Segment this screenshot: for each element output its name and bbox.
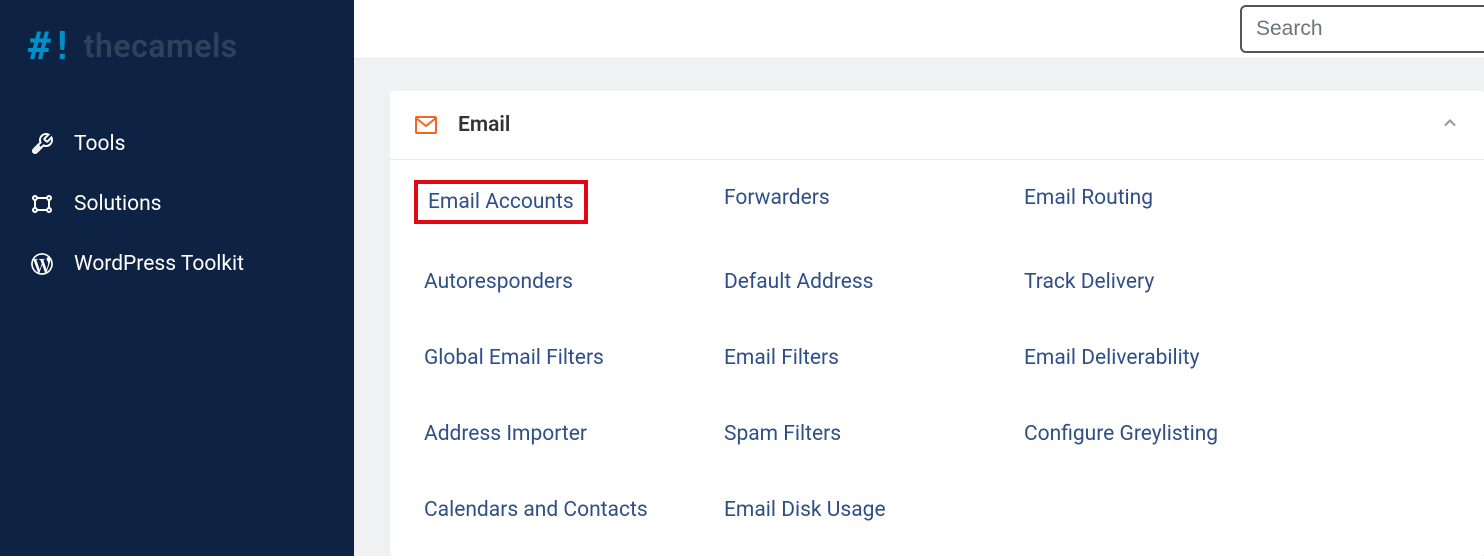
link-email-deliverability[interactable]: Email Deliverability (1014, 340, 1210, 376)
brand-logo[interactable]: #! thecamels (0, 24, 354, 68)
link-autoresponders[interactable]: Autoresponders (414, 264, 583, 300)
sidebar-item-label: Solutions (74, 192, 162, 216)
email-panel: Email Email Accounts Forwarders Email Ro… (390, 91, 1484, 556)
links-grid: Email Accounts Forwarders Email Routing … (414, 180, 1460, 528)
brand-name: thecamels (84, 27, 238, 65)
link-email-routing[interactable]: Email Routing (1014, 180, 1163, 216)
search-input[interactable] (1240, 5, 1484, 53)
link-email-filters[interactable]: Email Filters (714, 340, 849, 376)
link-calendars-and-contacts[interactable]: Calendars and Contacts (414, 492, 658, 528)
link-email-accounts[interactable]: Email Accounts (414, 180, 588, 224)
topbar (354, 0, 1484, 59)
chevron-up-icon (1440, 113, 1460, 137)
panel-title: Email (458, 113, 1440, 137)
link-spam-filters[interactable]: Spam Filters (714, 416, 851, 452)
panel-body: Email Accounts Forwarders Email Routing … (390, 160, 1484, 556)
link-default-address[interactable]: Default Address (714, 264, 884, 300)
link-address-importer[interactable]: Address Importer (414, 416, 597, 452)
link-global-email-filters[interactable]: Global Email Filters (414, 340, 614, 376)
main-content: Email Email Accounts Forwarders Email Ro… (354, 0, 1484, 556)
sidebar-item-label: WordPress Toolkit (74, 252, 244, 276)
link-configure-greylisting[interactable]: Configure Greylisting (1014, 416, 1228, 452)
link-email-disk-usage[interactable]: Email Disk Usage (714, 492, 896, 528)
sidebar-item-solutions[interactable]: Solutions (0, 174, 354, 234)
email-panel-header[interactable]: Email (390, 91, 1484, 160)
email-icon (414, 113, 438, 137)
link-track-delivery[interactable]: Track Delivery (1014, 264, 1164, 300)
sidebar-item-label: Tools (74, 132, 125, 156)
content-area: Email Email Accounts Forwarders Email Ro… (354, 59, 1484, 556)
sidebar-item-wordpress-toolkit[interactable]: WordPress Toolkit (0, 234, 354, 294)
sidebar: #! thecamels Tools Solutions (0, 0, 354, 556)
link-forwarders[interactable]: Forwarders (714, 180, 840, 216)
solutions-icon (28, 190, 56, 218)
sidebar-item-tools[interactable]: Tools (0, 114, 354, 174)
tools-icon (28, 130, 56, 158)
wordpress-icon (28, 250, 56, 278)
brand-icon: #! (28, 24, 74, 68)
